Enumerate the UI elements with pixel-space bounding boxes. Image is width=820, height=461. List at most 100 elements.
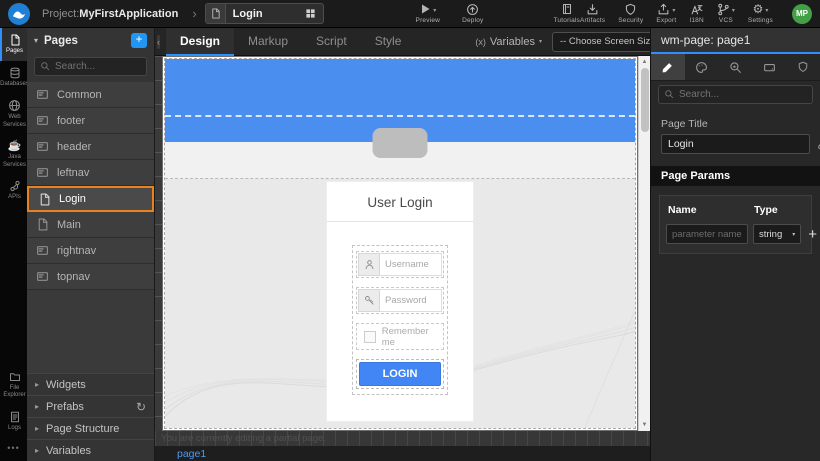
partial-icon [36, 114, 49, 127]
tab-styles[interactable] [685, 54, 719, 80]
page-list-item-login-selected[interactable]: Login [27, 186, 154, 212]
remember-me-label: Remember me [382, 326, 443, 348]
password-input[interactable] [380, 289, 442, 312]
page-list-item-common[interactable]: Common [27, 82, 154, 108]
project-breadcrumb: Project:MyFirstApplication [42, 8, 178, 20]
tab-design[interactable]: Design [166, 28, 234, 56]
rail-item-web-services[interactable]: Web Services [0, 93, 27, 134]
page-list-item-header[interactable]: header [27, 134, 154, 160]
refresh-icon[interactable]: ↻ [136, 400, 146, 414]
remember-me-row[interactable]: Remember me [356, 323, 444, 350]
partial-icon [36, 166, 49, 179]
page-list-item-topnav[interactable]: topnav [27, 264, 154, 290]
settings-dropdown-chevron-icon[interactable]: ▾ [765, 7, 768, 14]
page-title-input[interactable] [661, 134, 810, 154]
play-icon [419, 3, 431, 15]
design-canvas[interactable]: User Login [162, 56, 638, 431]
login-panel-title: User Login [327, 182, 473, 222]
username-row[interactable] [356, 251, 444, 278]
page-list-item-rightnav[interactable]: rightnav [27, 238, 154, 264]
rail-item-file-explorer[interactable]: File Explorer [0, 365, 27, 405]
rail-item-java-services[interactable]: ☕ Java Services [0, 134, 27, 174]
security-button[interactable]: Security [618, 3, 643, 24]
login-submit-button[interactable]: LOGIN [359, 362, 441, 386]
pages-list: Common footer header leftnav Login [27, 82, 154, 290]
add-param-button[interactable]: + [806, 226, 819, 243]
pages-search-input[interactable] [34, 57, 147, 76]
remember-me-checkbox[interactable] [364, 331, 376, 343]
i18n-button[interactable]: I18N [689, 3, 704, 24]
add-page-button[interactable]: + [131, 33, 147, 48]
preview-button[interactable]: ▾ Preview [416, 3, 441, 24]
rail-item-apis[interactable]: APIs [0, 174, 27, 207]
pages-collapse-caret-icon[interactable]: ▾ [34, 36, 38, 45]
bottom-page-tab[interactable]: page1 [155, 448, 206, 460]
param-type-select[interactable]: string ▾ [753, 224, 801, 244]
export-dropdown-chevron-icon[interactable]: ▾ [672, 7, 675, 14]
tab-markup[interactable]: Markup [234, 28, 302, 56]
selected-widget-title: wm-page: page1 [661, 33, 750, 47]
bind-link-icon[interactable] [816, 138, 820, 151]
artifacts-button[interactable]: Artifacts [580, 3, 605, 24]
tab-device[interactable] [752, 54, 786, 80]
canvas-scrollbar[interactable]: ▲ ▼ [638, 56, 650, 431]
open-page-tab[interactable]: Login [205, 3, 324, 24]
logo-placeholder-block[interactable] [373, 128, 428, 158]
page-icon [38, 193, 51, 206]
vcs-label: VCS [719, 17, 733, 24]
section-page-structure[interactable]: ▸ Page Structure [27, 417, 154, 439]
user-avatar[interactable]: MP [792, 4, 812, 24]
rail-label: File Explorer [3, 385, 26, 400]
section-label: Widgets [46, 379, 86, 391]
scroll-up-arrow-icon[interactable]: ▲ [642, 56, 648, 68]
bottom-page-bar: page1 [155, 446, 650, 461]
password-row[interactable] [356, 287, 444, 314]
page-list-item-main[interactable]: Main [27, 212, 154, 238]
rail-item-logs[interactable]: Logs [0, 405, 27, 438]
tab-security[interactable] [786, 54, 820, 80]
device-icon [763, 61, 776, 74]
project-name: MyFirstApplication [79, 8, 178, 20]
section-prefabs[interactable]: ▸ Prefabs ↻ [27, 395, 154, 417]
scrollbar-thumb[interactable] [641, 68, 649, 132]
layout-grid-icon[interactable] [299, 4, 323, 23]
collapse-left-panel-icon[interactable]: ‹ [157, 35, 160, 49]
vcs-dropdown-chevron-icon[interactable]: ▾ [732, 7, 735, 14]
tab-properties[interactable] [651, 54, 685, 80]
tab-advanced-search[interactable] [719, 54, 753, 80]
properties-panel: wm-page: page1 [650, 28, 820, 461]
security-shield-icon [624, 3, 637, 16]
preview-dropdown-chevron-icon[interactable]: ▾ [433, 7, 436, 14]
rail-item-pages[interactable]: Pages [0, 28, 27, 61]
username-input[interactable] [380, 253, 442, 276]
scroll-down-arrow-icon[interactable]: ▼ [642, 419, 648, 431]
canvas-status-bar: You are currently editing a partial page… [155, 431, 650, 446]
deploy-button[interactable]: Deploy [462, 3, 483, 24]
api-connector-icon [9, 180, 21, 192]
page-item-label: topnav [57, 271, 90, 283]
vcs-button[interactable]: ▾ VCS [717, 3, 735, 24]
export-button[interactable]: ▾ Export [656, 3, 676, 24]
page-list-item-leftnav[interactable]: leftnav [27, 160, 154, 186]
page-list-item-footer[interactable]: footer [27, 108, 154, 134]
logs-icon [9, 411, 21, 423]
page-content-area[interactable]: User Login [165, 179, 635, 428]
rail-more-icon[interactable]: ••• [0, 437, 27, 461]
pages-panel: ▾ Pages + Common footer header [27, 28, 155, 461]
section-variables[interactable]: ▸ Variables [27, 439, 154, 461]
tab-style[interactable]: Style [361, 28, 416, 56]
palette-icon [695, 61, 708, 74]
login-form[interactable]: Remember me LOGIN [352, 245, 448, 395]
page-header-block[interactable] [165, 59, 635, 117]
wavemaker-logo[interactable] [8, 3, 30, 25]
tutorials-button[interactable]: Tutorials [554, 3, 580, 24]
pages-search [27, 53, 154, 82]
tab-script[interactable]: Script [302, 28, 361, 56]
settings-button[interactable]: ⚙▾ Settings [748, 3, 773, 24]
param-name-input[interactable] [666, 224, 748, 244]
section-widgets[interactable]: ▸ Widgets [27, 373, 154, 395]
properties-search-input[interactable] [658, 85, 813, 104]
variables-dropdown[interactable]: (x) Variables ▾ [475, 36, 542, 48]
login-panel[interactable]: User Login [326, 181, 474, 422]
rail-item-databases[interactable]: Databases [0, 61, 27, 94]
